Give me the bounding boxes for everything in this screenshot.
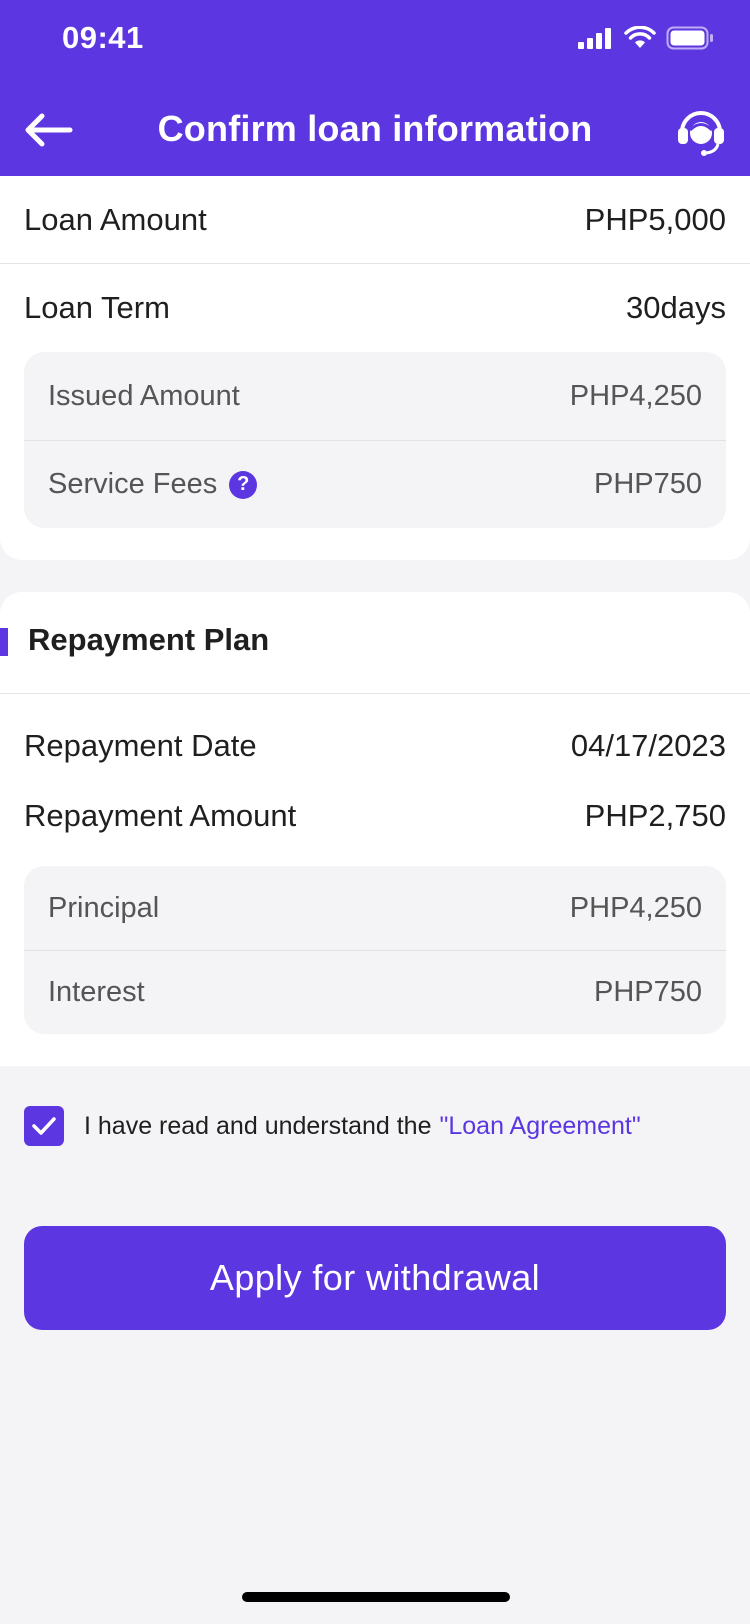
repayment-amount-value: PHP2,750 (584, 798, 726, 833)
repayment-plan-card: Repayment Plan Repayment Date 04/17/2023… (0, 592, 750, 1066)
service-fees-value: PHP750 (593, 467, 702, 500)
loan-confirm-screen: 09:41 Confirm loan information Loan Amou… (0, 0, 750, 1624)
loan-term-row: Loan Term 30days (24, 284, 726, 332)
issued-amount-label: Issued Amount (48, 379, 240, 412)
loan-info-card: Loan Amount PHP5,000 Loan Term 30days Is… (0, 176, 750, 560)
divider (24, 440, 726, 441)
repayment-amount-row: Repayment Amount PHP2,750 (24, 792, 726, 840)
signal-icon (578, 28, 611, 49)
customer-support-button[interactable] (674, 104, 728, 158)
principal-row: Principal PHP4,250 (48, 884, 702, 932)
apply-withdrawal-button[interactable]: Apply for withdrawal (24, 1226, 726, 1330)
issued-amount-row: Issued Amount PHP4,250 (48, 372, 702, 420)
check-icon (32, 1117, 56, 1135)
interest-label: Interest (48, 975, 145, 1008)
section-title: Repayment Plan (28, 622, 270, 657)
loan-agreement-link[interactable]: "Loan Agreement" (440, 1112, 641, 1141)
agreement-text: I have read and understand the (84, 1111, 432, 1140)
loan-amount-row: Loan Amount PHP5,000 (24, 196, 726, 244)
page-title: Confirm loan information (157, 108, 593, 149)
service-fees-label-group: Service Fees? (48, 467, 258, 501)
loan-details-box: Issued Amount PHP4,250 Service Fees? PHP… (24, 352, 726, 528)
loan-term-value: 30days (626, 290, 726, 325)
app-header: 09:41 Confirm loan information (0, 0, 750, 176)
repayment-date-label: Repayment Date (24, 728, 257, 763)
home-indicator (242, 1592, 510, 1602)
section-accent-bar (0, 628, 8, 656)
interest-value: PHP750 (593, 975, 702, 1008)
divider (0, 693, 750, 694)
service-fees-label: Service Fees (48, 467, 218, 500)
status-time: 09:41 (62, 20, 144, 55)
repayment-details-box: Principal PHP4,250 Interest PHP750 (24, 866, 726, 1034)
loan-term-label: Loan Term (24, 290, 170, 325)
loan-amount-label: Loan Amount (24, 202, 207, 237)
principal-value: PHP4,250 (569, 891, 702, 924)
loan-amount-value: PHP5,000 (584, 202, 726, 237)
repayment-amount-label: Repayment Amount (24, 798, 297, 833)
status-icons (578, 26, 714, 50)
divider (24, 950, 726, 951)
issued-amount-value: PHP4,250 (569, 379, 702, 412)
wifi-icon (624, 26, 656, 48)
interest-row: Interest PHP750 (48, 968, 702, 1016)
repayment-date-row: Repayment Date 04/17/2023 (24, 722, 726, 770)
support-agent-icon (678, 111, 724, 156)
principal-label: Principal (48, 891, 160, 924)
repayment-date-value: 04/17/2023 (570, 728, 726, 763)
battery-icon (666, 26, 713, 50)
service-fees-row: Service Fees? PHP750 (48, 460, 702, 508)
agreement-row: I have read and understand the "Loan Agr… (24, 1106, 641, 1146)
divider (0, 263, 750, 264)
help-icon[interactable]: ? (229, 470, 258, 499)
agreement-checkbox[interactable] (24, 1106, 64, 1146)
